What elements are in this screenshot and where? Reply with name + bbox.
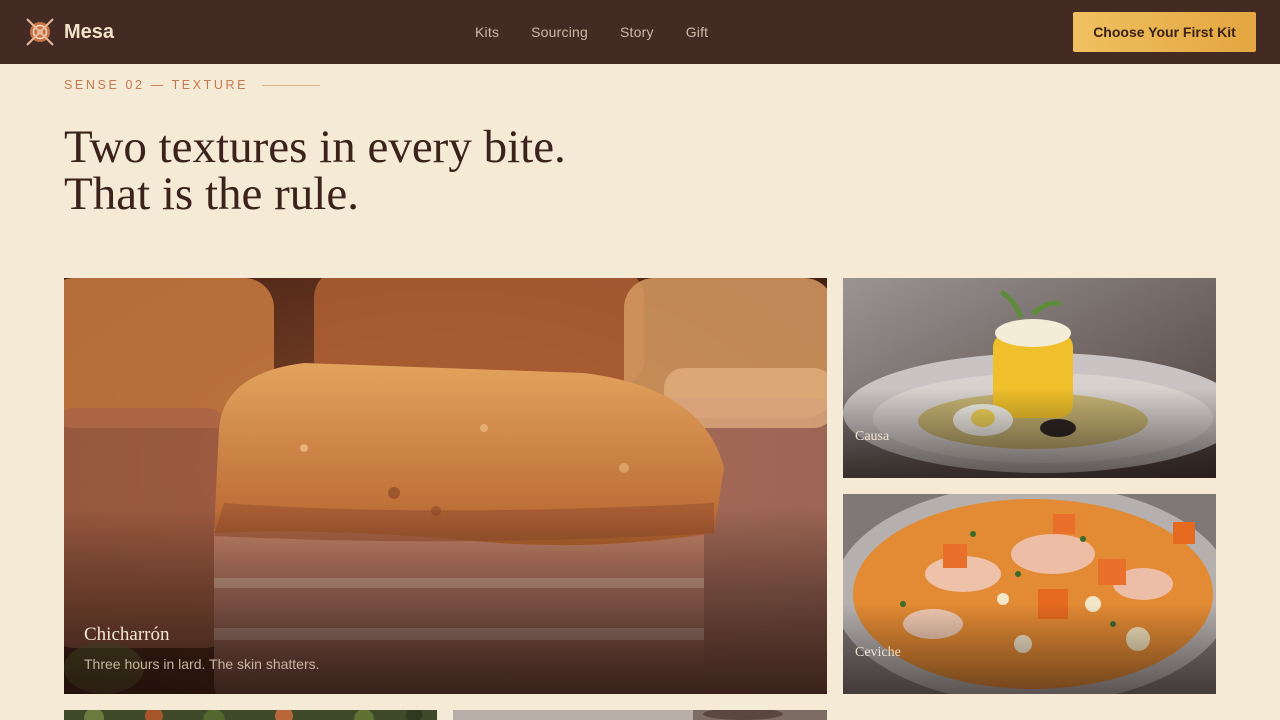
card-title-chicharron: Chicharrón (84, 624, 170, 645)
eyebrow-divider (262, 84, 321, 86)
causa-photo (843, 278, 1216, 478)
feature-card-causa[interactable]: Causa (843, 278, 1216, 478)
nav-link-gift[interactable]: Gift (686, 24, 709, 40)
nav-link-story[interactable]: Story (620, 24, 654, 40)
choose-first-kit-button[interactable]: Choose Your First Kit (1073, 12, 1256, 52)
card-title-causa: Causa (855, 429, 890, 444)
nav-link-sourcing[interactable]: Sourcing (531, 24, 588, 40)
headline-line-1: Two textures in every bite. (64, 121, 566, 173)
chicharron-photo (64, 278, 827, 694)
brand-name: Mesa (64, 20, 115, 43)
card-subtitle-chicharron: Three hours in lard. The skin shatters. (84, 656, 320, 672)
nav-link-kits[interactable]: Kits (475, 24, 499, 40)
bottom-middle-photo (453, 710, 827, 720)
crossed-utensils-icon (26, 18, 54, 46)
section-eyebrow: SENSE 02 — TEXTURE (64, 78, 321, 92)
section-headline: Two textures in every bite. That is the … (64, 124, 764, 218)
bottom-left-photo (64, 710, 437, 720)
feature-card-bottom-middle[interactable] (453, 710, 827, 720)
brand-home-link[interactable]: Mesa (24, 16, 114, 48)
card-title-ceviche: Ceviche (855, 645, 901, 660)
eyebrow-label: SENSE 02 — TEXTURE (64, 78, 249, 92)
ceviche-photo (843, 494, 1216, 694)
top-navigation-bar: Mesa Kits Sourcing Story Gift Choose You… (0, 0, 1280, 64)
headline-line-2: That is the rule. (64, 168, 359, 220)
feature-card-bottom-left[interactable] (64, 710, 437, 720)
feature-card-chicharron[interactable]: Chicharrón Three hours in lard. The skin… (64, 278, 827, 694)
feature-card-ceviche[interactable]: Ceviche (843, 494, 1216, 694)
main-nav: Kits Sourcing Story Gift (475, 0, 740, 64)
